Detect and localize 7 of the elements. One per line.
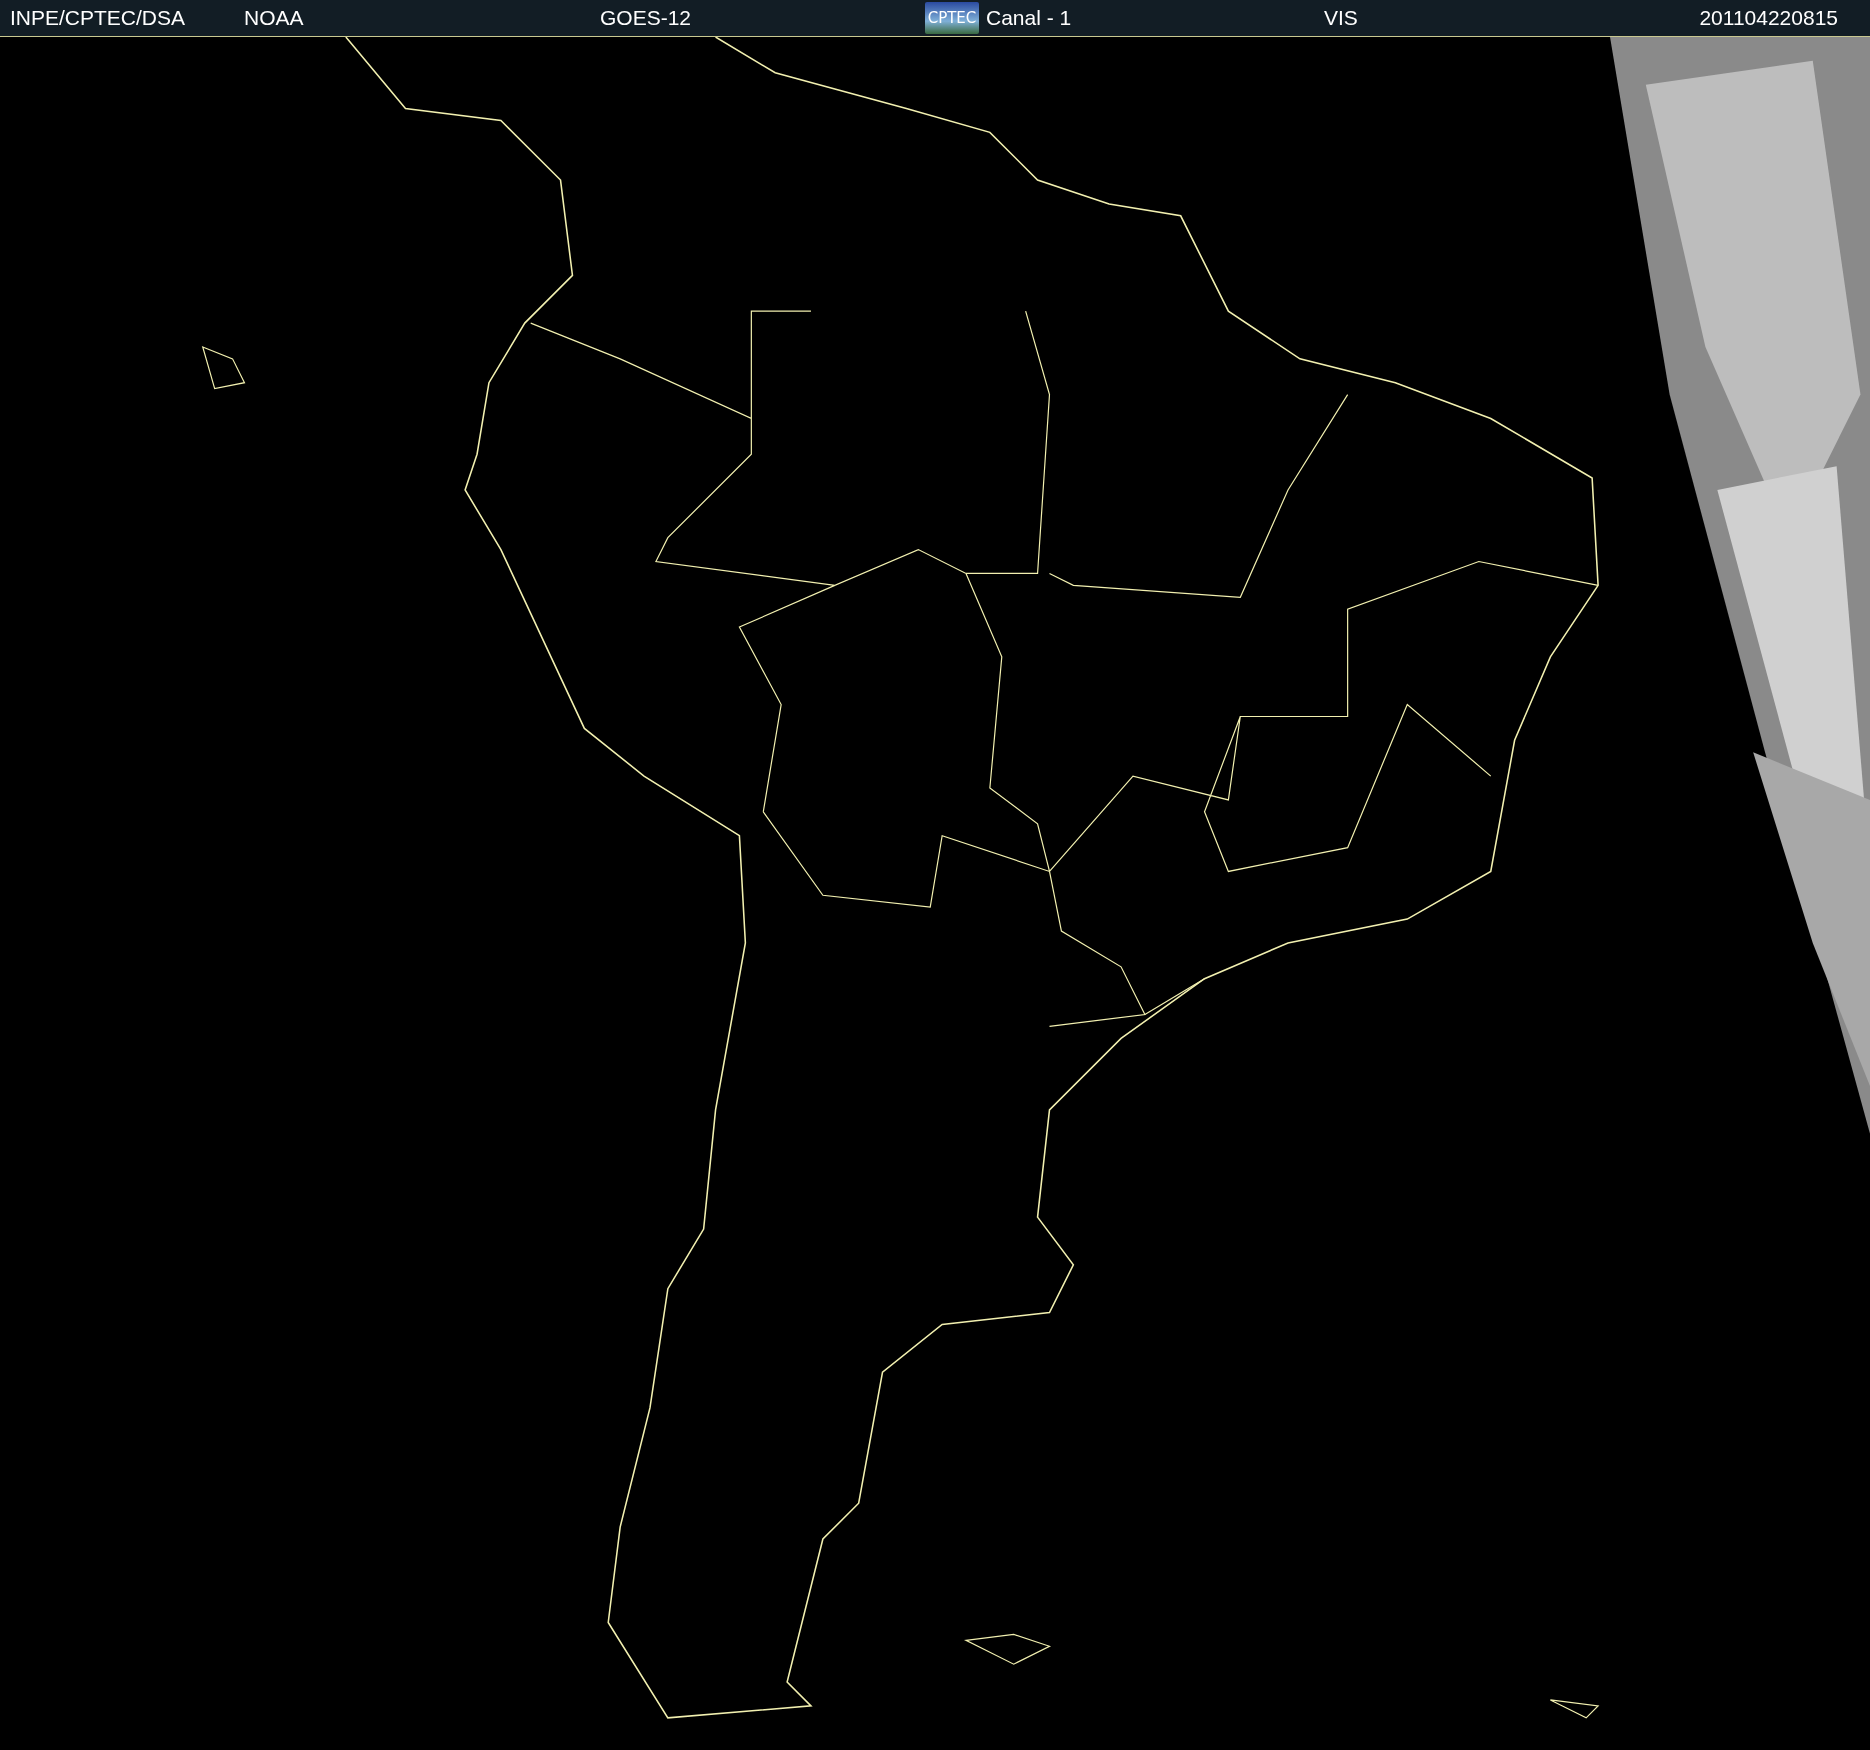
agency-label: NOAA (244, 6, 304, 30)
band-label: VIS (1324, 6, 1358, 30)
timestamp-label: 201104220815 (1699, 6, 1838, 30)
logo: CPTEC (924, 2, 980, 34)
source-label: INPE/CPTEC/DSA (10, 6, 186, 30)
channel-label: Canal - 1 (986, 6, 1072, 30)
satellite-label: GOES-12 (600, 6, 692, 30)
